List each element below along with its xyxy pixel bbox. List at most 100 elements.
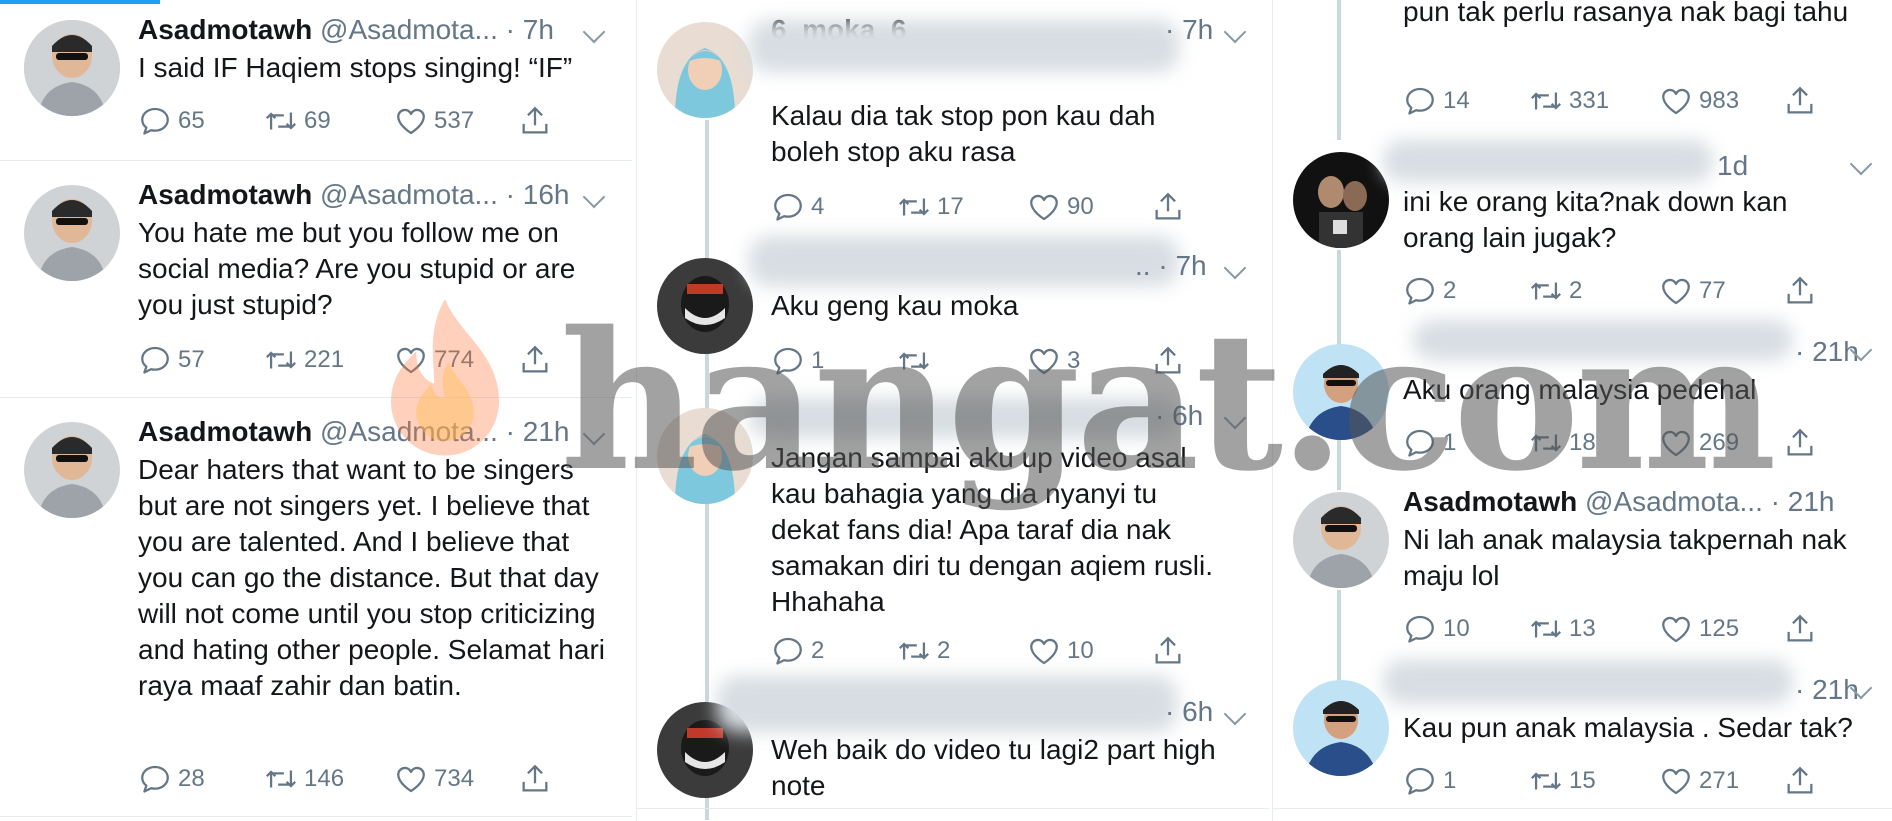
like-button[interactable]: 3 — [1027, 344, 1080, 378]
timestamp[interactable]: · 6h — [1155, 400, 1203, 431]
share-button[interactable] — [1783, 426, 1817, 460]
tweet[interactable]: 6_moka_6 · 7h Kalau dia tak stop pon kau… — [637, 0, 1269, 250]
timestamp[interactable]: · 21h — [1795, 674, 1859, 705]
avatar[interactable] — [24, 20, 120, 116]
avatar[interactable] — [1293, 152, 1389, 248]
reply-button[interactable]: 65 — [138, 104, 205, 138]
timestamp[interactable]: · 21h — [1795, 336, 1859, 367]
reply-button[interactable]: 4 — [771, 190, 824, 224]
like-button[interactable]: 983 — [1659, 84, 1739, 118]
tweet[interactable]: · 21h Kau pun anak malaysia . Sedar tak?… — [1273, 660, 1892, 821]
tweet[interactable]: · 21h Aku orang malaysia pedehal 1 18 26… — [1273, 320, 1892, 476]
chevron-down-icon[interactable] — [1223, 406, 1247, 430]
chevron-down-icon[interactable] — [1849, 152, 1873, 176]
reply-button[interactable]: 14 — [1403, 84, 1470, 118]
like-button[interactable]: 734 — [394, 762, 474, 796]
avatar[interactable] — [657, 22, 753, 118]
reply-button[interactable]: 2 — [771, 634, 824, 668]
retweet-button[interactable]: 331 — [1529, 84, 1609, 118]
tweet[interactable]: Asadmotawh @Asadmota... · 21h Ni lah ana… — [1273, 478, 1892, 658]
share-button[interactable] — [1783, 274, 1817, 308]
like-button[interactable]: 774 — [394, 343, 474, 377]
retweet-button[interactable]: 221 — [264, 343, 344, 377]
handle[interactable]: @Asadmota... — [320, 416, 498, 447]
tweet[interactable]: Asadmotawh @Asadmota... · 21h Dear hater… — [0, 398, 632, 817]
like-button[interactable]: 271 — [1659, 764, 1739, 798]
avatar[interactable] — [1293, 492, 1389, 588]
tweet[interactable]: pun tak perlu rasanya nak bagi tahu 14 3… — [1273, 0, 1892, 136]
reply-count: 1 — [811, 347, 825, 374]
reply-button[interactable]: 28 — [138, 762, 205, 796]
handle[interactable]: @Asadmota... — [1585, 486, 1763, 517]
tweet[interactable]: Asadmotawh @Asadmota... · 7h I said IF H… — [0, 0, 632, 161]
avatar[interactable] — [657, 408, 753, 504]
tweet-text: Weh baik do video tu lagi2 part high not… — [771, 734, 1216, 801]
reply-button[interactable]: 10 — [1403, 612, 1470, 646]
retweet-icon — [1529, 764, 1563, 798]
share-button[interactable] — [1783, 764, 1817, 798]
timeline-column-3: pun tak perlu rasanya nak bagi tahu 14 3… — [1272, 0, 1892, 821]
reply-button[interactable]: 1 — [1403, 764, 1456, 798]
display-name[interactable]: Asadmotawh — [138, 416, 312, 447]
share-button[interactable] — [1783, 84, 1817, 118]
timestamp[interactable]: · 7h — [1165, 14, 1213, 45]
reply-icon — [1403, 764, 1437, 798]
like-button[interactable]: 77 — [1659, 274, 1726, 308]
reply-button[interactable]: 57 — [138, 343, 205, 377]
retweet-button[interactable]: 17 — [897, 190, 964, 224]
chevron-down-icon[interactable] — [1223, 702, 1247, 726]
share-button[interactable] — [1783, 612, 1817, 646]
retweet-button[interactable]: 18 — [1529, 426, 1596, 460]
share-button[interactable] — [518, 762, 552, 796]
reply-button[interactable]: 1 — [1403, 426, 1456, 460]
share-button[interactable] — [1151, 190, 1185, 224]
timestamp[interactable]: · 21h — [506, 416, 570, 447]
tweet[interactable]: Asadmotawh @Asadmota... · 16h You hate m… — [0, 161, 632, 398]
avatar[interactable] — [24, 185, 120, 281]
reply-icon — [771, 190, 805, 224]
timestamp[interactable]: .. · 7h — [1135, 250, 1207, 281]
like-button[interactable]: 125 — [1659, 612, 1739, 646]
retweet-icon — [264, 343, 298, 377]
handle[interactable]: @Asadmota... — [320, 14, 498, 45]
like-button[interactable]: 269 — [1659, 426, 1739, 460]
display-name[interactable]: Asadmotawh — [138, 14, 312, 45]
timestamp[interactable]: · 6h — [1165, 696, 1213, 727]
retweet-button[interactable]: 2 — [1529, 274, 1582, 308]
display-name[interactable]: Asadmotawh — [1403, 486, 1577, 517]
tweet[interactable]: .. · 7h Aku geng kau moka 1 3 — [637, 236, 1269, 396]
avatar[interactable] — [1293, 344, 1389, 440]
reply-button[interactable]: 2 — [1403, 274, 1456, 308]
timestamp[interactable]: 1d — [1717, 150, 1748, 181]
retweet-button[interactable]: 69 — [264, 104, 331, 138]
avatar[interactable] — [24, 422, 120, 518]
like-button[interactable]: 10 — [1027, 634, 1094, 668]
share-button[interactable] — [518, 343, 552, 377]
chevron-down-icon[interactable] — [1223, 256, 1247, 280]
share-button[interactable] — [1151, 344, 1185, 378]
reply-button[interactable]: 1 — [771, 344, 824, 378]
retweet-button[interactable]: 13 — [1529, 612, 1596, 646]
retweet-button[interactable]: 15 — [1529, 764, 1596, 798]
display-name[interactable]: Asadmotawh — [138, 179, 312, 210]
share-button[interactable] — [518, 104, 552, 138]
tweet-text: Dear haters that want to be singers but … — [138, 454, 605, 701]
share-button[interactable] — [1151, 634, 1185, 668]
tweet[interactable]: · 6h Jangan sampai aku up video asal kau… — [637, 398, 1269, 688]
retweet-button[interactable] — [897, 344, 937, 378]
like-button[interactable]: 537 — [394, 104, 474, 138]
retweet-button[interactable]: 2 — [897, 634, 950, 668]
reply-count: 4 — [811, 193, 825, 220]
timestamp[interactable]: · 7h — [506, 14, 554, 45]
avatar[interactable] — [1293, 680, 1389, 776]
avatar[interactable] — [657, 258, 753, 354]
handle[interactable]: @Asadmota... — [320, 179, 498, 210]
retweet-button[interactable]: 146 — [264, 762, 344, 796]
timestamp[interactable]: · 21h — [1771, 486, 1835, 517]
tweet[interactable]: 1d ini ke orang kita?nak down kan orang … — [1273, 140, 1892, 320]
tweet[interactable]: · 6h Weh baik do video tu lagi2 part hig… — [637, 676, 1269, 821]
like-icon — [1659, 274, 1693, 308]
timestamp[interactable]: · 16h — [506, 179, 570, 210]
like-button[interactable]: 90 — [1027, 190, 1094, 224]
like-icon — [1659, 84, 1693, 118]
